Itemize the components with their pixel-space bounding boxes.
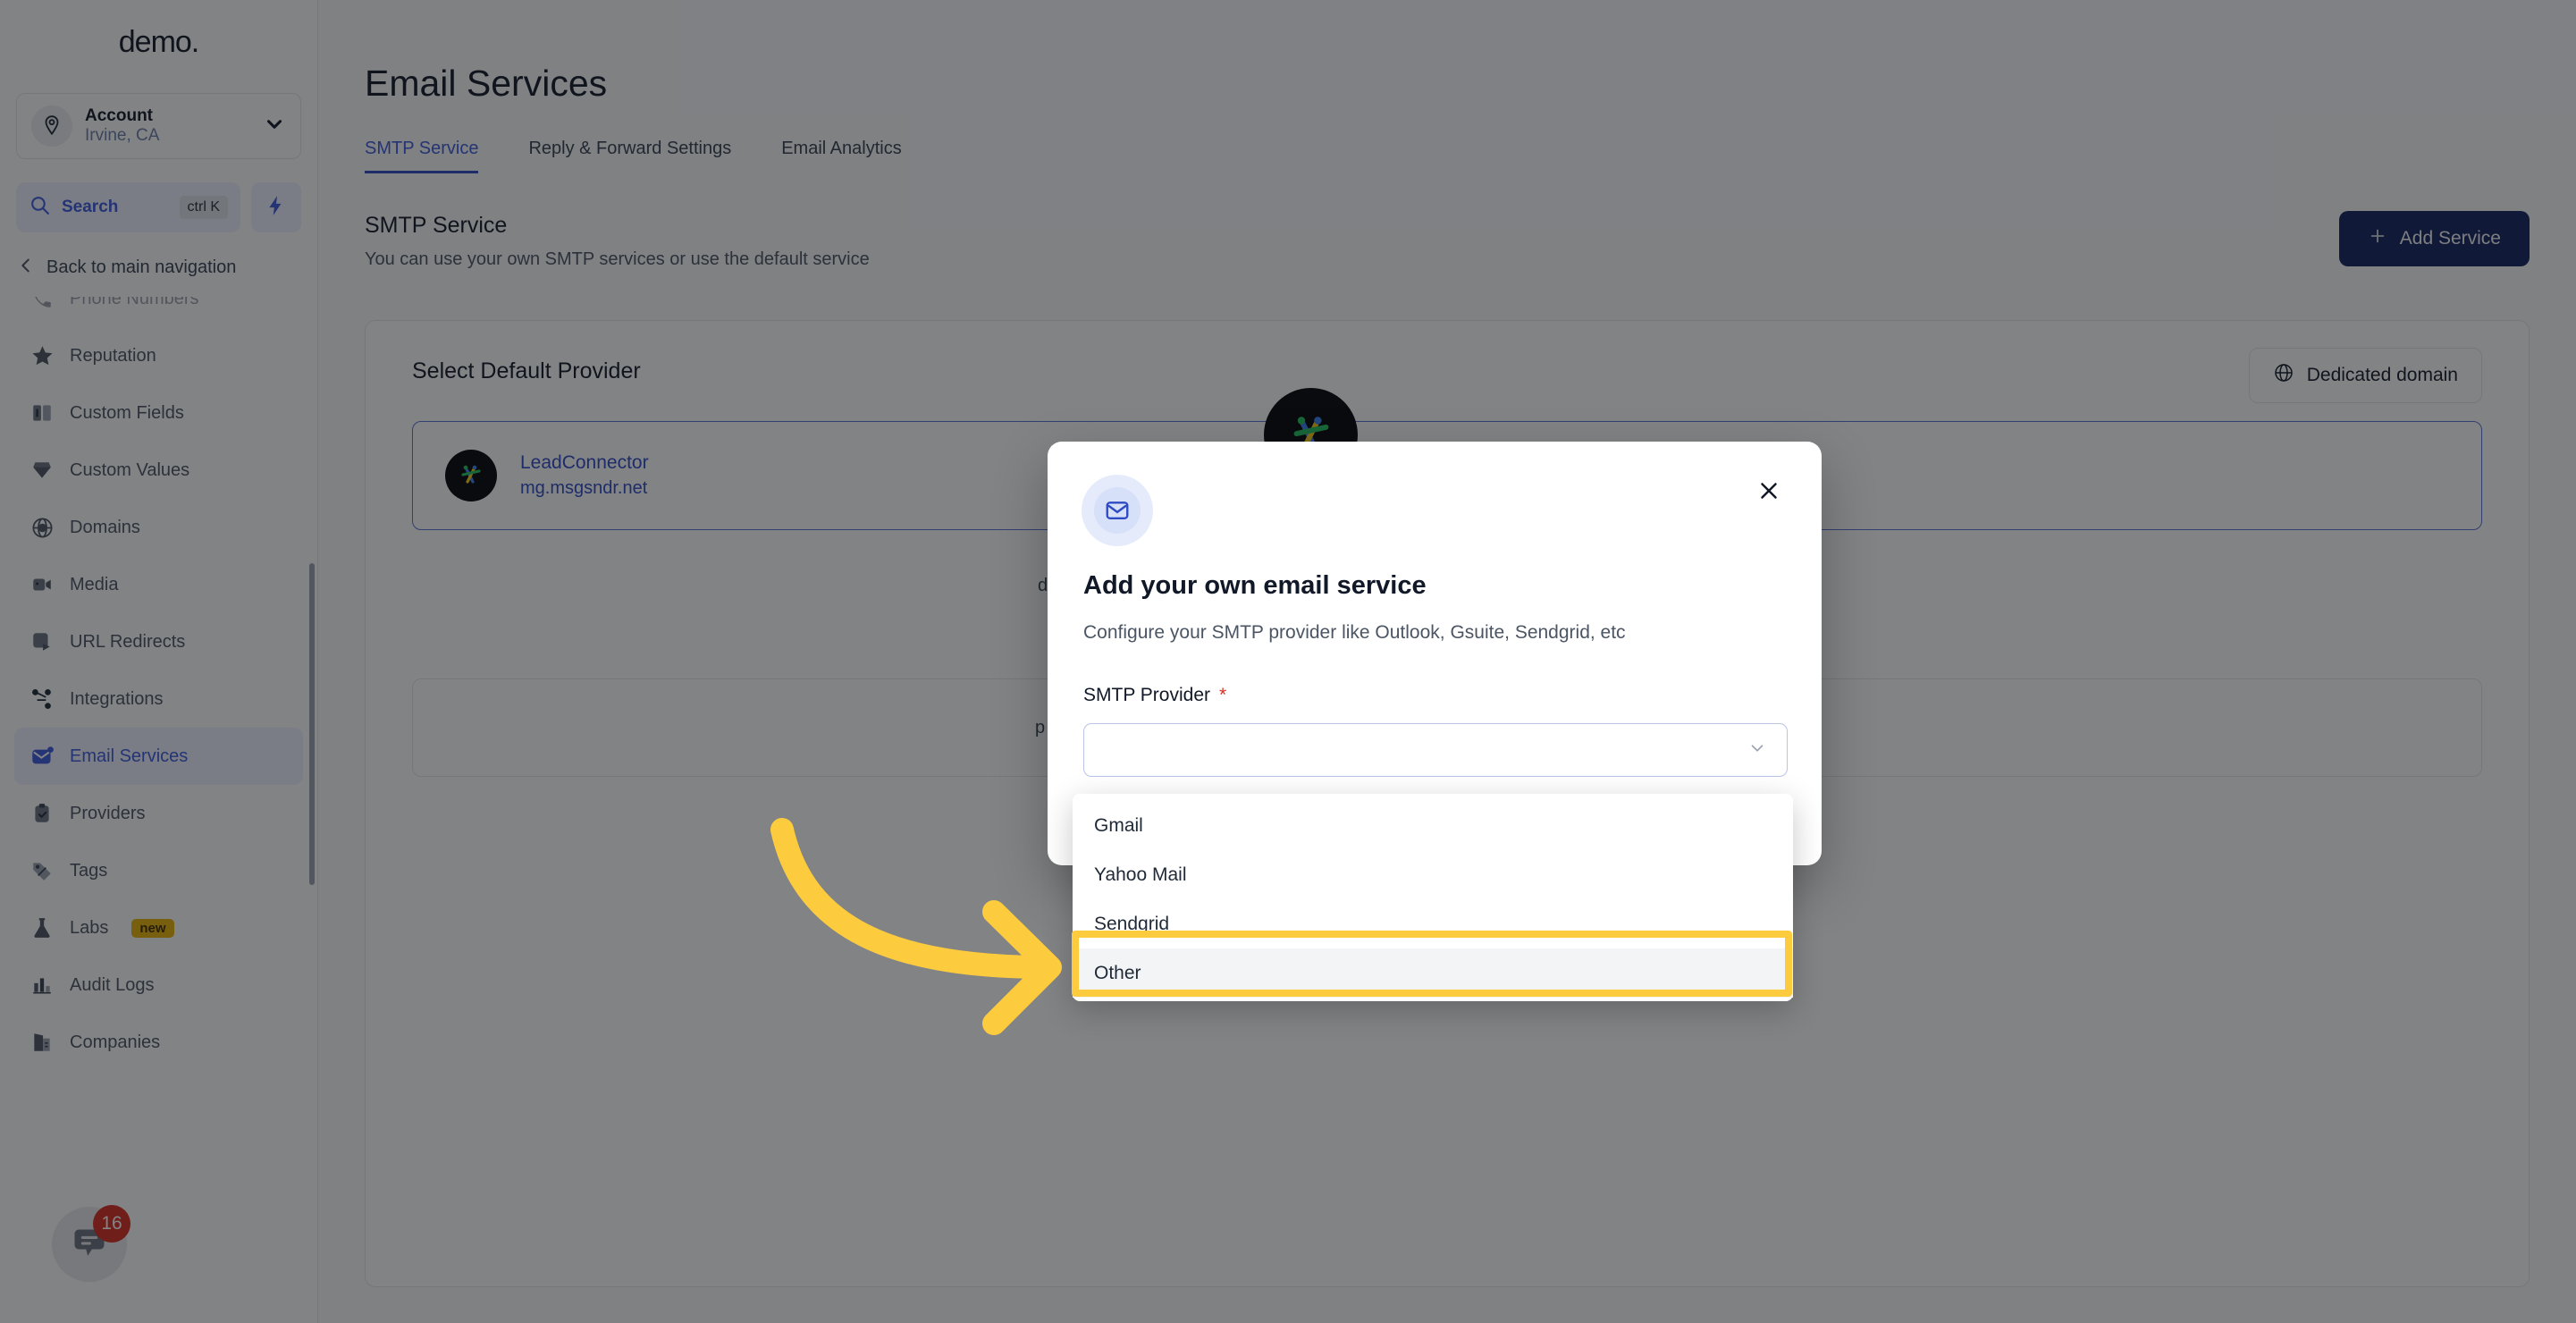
modal-icon-circle <box>1094 487 1141 534</box>
dropdown-option-gmail[interactable]: Gmail <box>1073 801 1793 850</box>
modal-subtitle: Configure your SMTP provider like Outloo… <box>1083 622 1626 643</box>
required-marker: * <box>1219 685 1227 705</box>
modal-title: Add your own email service <box>1083 571 1427 600</box>
smtp-provider-label-text: SMTP Provider <box>1083 685 1210 705</box>
dropdown-option-sendgrid[interactable]: Sendgrid <box>1073 899 1793 948</box>
chevron-down-icon <box>1747 738 1767 763</box>
app-root: demo. Account Irvine, CA Se <box>0 0 2576 1323</box>
dropdown-option-other[interactable]: Other <box>1073 948 1793 998</box>
dropdown-option-yahoo-mail[interactable]: Yahoo Mail <box>1073 850 1793 899</box>
envelope-icon <box>1106 501 1129 519</box>
modal-icon-halo <box>1082 475 1153 546</box>
smtp-provider-dropdown: Gmail Yahoo Mail Sendgrid Other <box>1073 794 1793 1001</box>
smtp-provider-label: SMTP Provider * <box>1083 685 1226 706</box>
close-icon[interactable] <box>1752 474 1786 508</box>
smtp-provider-select[interactable] <box>1083 723 1788 777</box>
